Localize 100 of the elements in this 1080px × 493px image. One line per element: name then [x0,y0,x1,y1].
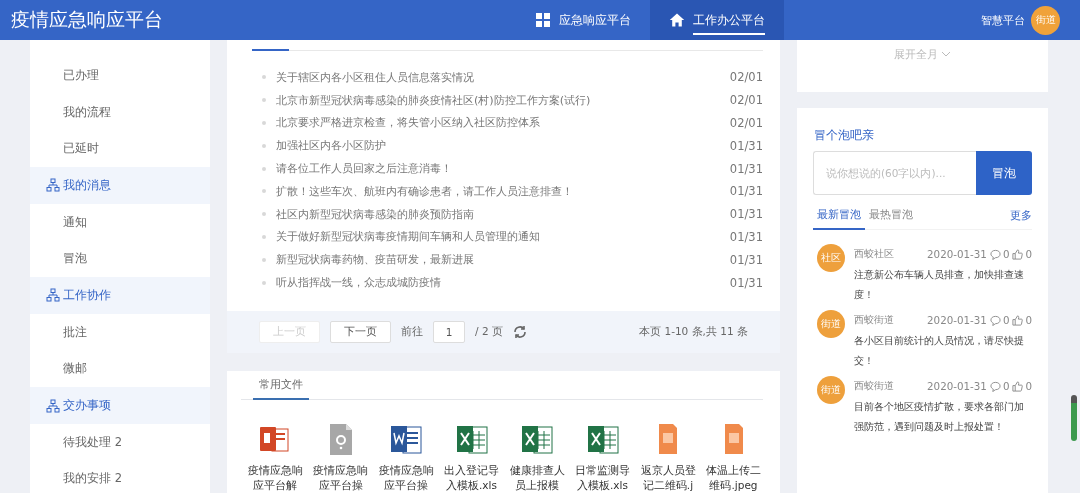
page-input[interactable]: 1 [433,321,465,344]
author-avatar: 社区 [817,244,845,272]
bubble-tab[interactable]: 最新冒泡 [813,207,865,230]
comment-icon[interactable] [989,248,1001,260]
goto-label: 前往 [401,325,423,340]
comment-count: 0 [1002,314,1010,326]
post-text: 各小区目前统计的人员情况，请尽快提交！ [854,333,1025,368]
thumbs-up-icon[interactable] [1012,248,1024,260]
sidebar-item[interactable]: 已办理 [30,57,210,94]
post-button[interactable]: 冒泡 [976,151,1032,195]
grid-icon [535,12,551,28]
news-link[interactable]: 北京要求严格进京检查，将失管小区纳入社区防控体系 [276,115,540,131]
refresh-icon[interactable] [512,325,527,340]
bullet-icon [262,166,266,171]
bullet-icon [262,189,266,194]
news-date: 01/31 [729,252,763,267]
file-name[interactable]: 疫情应急响应平台解 [246,463,304,493]
app-title: 疫情应急响应平台 [11,7,163,32]
file-name[interactable]: 返京人员登记二维码.j [639,463,697,493]
sidebar-item[interactable]: 已延时 [30,130,210,168]
message-field[interactable]: 说你想说的(60字以内)... [813,151,976,195]
author-avatar: 街道 [817,376,845,404]
news-link[interactable]: 新型冠状病毒药物、疫苗研发，最新进展 [276,252,474,268]
files-tab[interactable]: 常用文件 [253,377,309,400]
news-date: 02/01 [729,116,763,130]
like-count: 0 [1025,314,1032,326]
file-name[interactable]: 体温上传二维码.jpeg [704,463,763,493]
sidebar-item[interactable]: 我的安排 2 [30,460,210,493]
post-text: 目前各个地区疫情扩散，要求各部门加强防范，遇到问题及时上报处置！ [854,399,1025,434]
nav-tab[interactable]: 工作办公平台 [650,0,784,40]
news-date: 02/01 [729,93,763,108]
sidebar-group[interactable]: 工作协作 [30,277,210,314]
nav-tab[interactable]: 应急响应平台 [516,0,650,40]
news-link[interactable]: 请各位工作人员回家之后注意消毒！ [276,161,452,177]
bullet-icon [262,234,266,239]
post-text: 注意新公布车辆人员排查，加快排查速度！ [854,267,1025,302]
news-link[interactable]: 听从指挥战一线，众志成城防疫情 [276,275,441,291]
news-link[interactable]: 关于做好新型冠状病毒疫情期间车辆和人员管理的通知 [276,229,540,245]
sidebar-item[interactable]: 批注 [30,313,210,351]
file-name[interactable]: 日常监测导入模板.xls [573,463,632,493]
comment-count: 0 [1002,248,1010,260]
post-date: 2020-01-31 [927,248,987,260]
hierarchy-icon [46,398,60,413]
bullet-icon [262,75,266,80]
news-date: 01/31 [729,207,763,222]
hierarchy-icon [46,288,60,303]
news-date: 01/31 [729,275,763,290]
news-link[interactable]: 加强社区内各小区防护 [276,138,386,154]
sidebar-item[interactable]: 待我处理 2 [30,423,210,461]
next-page-button[interactable]: 下一页 [330,321,391,344]
author-name: 西蛟街道 [854,313,894,327]
author-avatar: 街道 [817,310,845,338]
comment-count: 0 [1002,380,1010,392]
bullet-icon [262,212,266,217]
news-date: 01/31 [729,161,763,176]
news-date: 01/31 [729,229,763,244]
file-name[interactable]: 出入登记导入模板.xls [442,463,501,493]
tab-underline [252,49,289,51]
author-name: 西蛟社区 [854,247,894,261]
news-link[interactable]: 社区内新型冠状病毒感染的肺炎预防指南 [276,206,474,222]
thumbs-up-icon[interactable] [1012,380,1024,392]
sidebar-item[interactable]: 微邮 [30,350,210,388]
page-summary: 本页 1-10 条,共 11 条 [639,325,748,340]
comment-icon[interactable] [989,314,1001,326]
author-name: 西蛟街道 [854,379,894,393]
scrollbar-thumb[interactable] [1071,395,1077,441]
bullet-icon [262,121,266,125]
thumbs-up-icon[interactable] [1012,314,1024,326]
bullet-icon [262,98,266,103]
file-name[interactable]: 健康排查人员上报模 [508,463,566,493]
sidebar-group[interactable]: 交办事项 [30,387,210,424]
post-date: 2020-01-31 [927,314,987,326]
post-date: 2020-01-31 [927,380,987,392]
news-date: 02/01 [729,70,763,85]
group-label: 我的消息 [63,177,111,193]
sidebar-group[interactable]: 我的消息 [30,167,210,204]
bubble-title: 冒个泡吧亲 [814,128,875,143]
file-name[interactable]: 疫情应急响应平台操 [311,463,370,493]
sidebar-item[interactable]: 通知 [30,203,210,241]
sidebar-item[interactable]: 我的流程 [30,93,210,131]
bullet-icon [262,257,266,262]
news-date: 01/31 [729,138,763,153]
home-icon [669,12,685,28]
platform-link[interactable]: 智慧平台 [981,12,1025,28]
news-link[interactable]: 北京市新型冠状病毒感染的肺炎疫情社区(村)防控工作方案(试行) [276,92,591,108]
like-count: 0 [1025,380,1032,392]
like-count: 0 [1025,248,1032,260]
bullet-icon [262,143,266,148]
comment-icon[interactable] [989,380,1001,392]
chevron-down-icon [941,51,951,57]
sidebar-item[interactable]: 冒泡 [30,240,210,278]
file-name[interactable]: 疫情应急响应平台操 [377,463,435,493]
page-total: / 2 页 [475,325,503,340]
more-link[interactable]: 更多 [1010,208,1032,229]
group-label: 工作协作 [63,287,111,303]
bullet-icon [262,280,266,285]
group-label: 交办事项 [63,398,111,414]
bubble-tab[interactable]: 最热冒泡 [865,207,917,230]
news-link[interactable]: 扩散！这些车次、航班内有确诊患者，请工作人员注意排查！ [276,183,573,199]
news-link[interactable]: 关于辖区内各小区租住人员信息落实情况 [276,69,474,85]
